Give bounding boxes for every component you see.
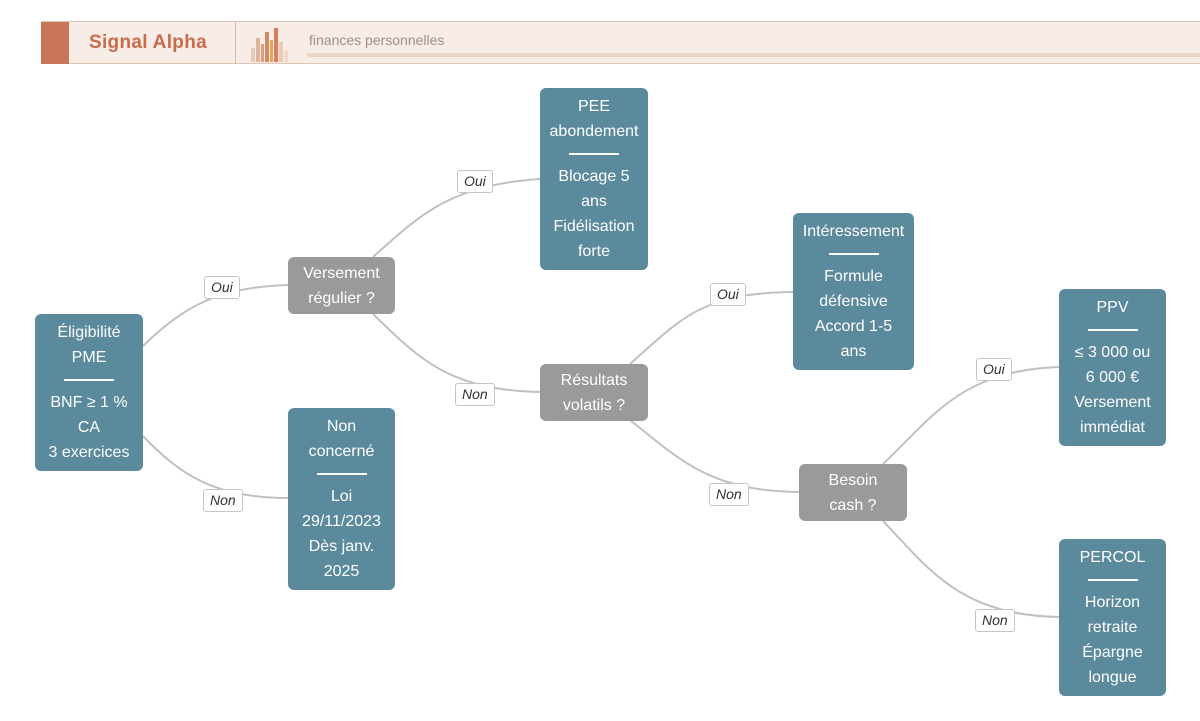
node-divider [828, 253, 879, 255]
node-title-line: concerné [308, 443, 375, 460]
node-divider [316, 473, 367, 475]
node-title-line: abondement [549, 123, 639, 140]
edge-label-oui: Oui [457, 170, 493, 193]
node-body-line: Dès janv. [308, 538, 375, 555]
node-body-line: longue [1088, 669, 1137, 686]
node-body-line: 2025 [323, 563, 360, 580]
node-question-line: régulier ? [308, 289, 375, 307]
node-divider [1087, 579, 1138, 581]
edge-label-oui: Oui [710, 283, 746, 306]
node-body-line: retraite [1087, 619, 1138, 636]
edge-label-non: Non [975, 609, 1015, 632]
node-body-line: Versement [1074, 394, 1151, 411]
node-title-line: PERCOL [1079, 549, 1146, 566]
node-body-line: 29/11/2023 [302, 513, 381, 530]
node-eligibilite[interactable]: Éligibilité PME BNF ≥ 1 % CA 3 exercices [35, 314, 143, 471]
node-percol[interactable]: PERCOL Horizon retraite Épargne longue [1059, 539, 1166, 696]
node-title-line: PEE [577, 98, 610, 115]
edge-versement-resultats [372, 313, 541, 393]
edge-label-non: Non [203, 489, 243, 512]
node-title-line: PPV [1096, 299, 1129, 316]
node-question-line: Résultats [560, 371, 628, 389]
node-divider [64, 379, 114, 381]
node-body-line: Horizon [1084, 594, 1141, 611]
node-body-line: Formule [824, 268, 883, 285]
node-question-line: Besoin [828, 471, 878, 489]
node-body-line: Fidélisation [553, 218, 635, 235]
node-body-line: Loi [330, 488, 353, 505]
node-title-line: Non [326, 418, 357, 435]
edge-label-oui: Oui [976, 358, 1012, 381]
node-non-concerne[interactable]: Non concerné Loi 29/11/2023 Dès janv. 20… [288, 408, 395, 590]
node-divider [569, 153, 619, 155]
node-body-line: défensive [819, 293, 888, 310]
node-body-line: 3 exercices [48, 444, 130, 461]
node-body-line: 6 000 € [1085, 369, 1140, 386]
node-ppv[interactable]: PPV ≤ 3 000 ou 6 000 € Versement immédia… [1059, 289, 1166, 446]
node-question-line: Versement [303, 264, 380, 282]
node-divider [1087, 329, 1138, 331]
node-title-line: Intéressement [802, 223, 905, 240]
edge-besoin-percol [882, 520, 1060, 618]
node-body-line: ≤ 3 000 ou [1074, 344, 1151, 361]
node-versement-regulier[interactable]: Versement régulier ? [288, 257, 395, 314]
node-body-line: ans [840, 343, 867, 360]
node-interessement[interactable]: Intéressement Formule défensive Accord 1… [793, 213, 914, 370]
edge-resultats-besoin [629, 419, 800, 493]
node-body-line: Blocage 5 [558, 168, 630, 185]
node-besoin-cash[interactable]: Besoin cash ? [799, 464, 907, 521]
node-title-line: Éligibilité [57, 324, 121, 341]
node-body-line: immédiat [1080, 419, 1145, 436]
node-resultats-volatils[interactable]: Résultats volatils ? [540, 364, 648, 421]
node-title-line: PME [71, 349, 107, 366]
edge-label-oui: Oui [204, 276, 240, 299]
edge-label-non: Non [709, 483, 749, 506]
edge-besoin-ppv [882, 366, 1060, 465]
node-question-line: cash ? [829, 496, 877, 514]
node-body-line: CA [77, 419, 101, 436]
node-body-line: Accord 1-5 [814, 318, 893, 335]
node-body-line: forte [577, 243, 610, 260]
edge-label-non: Non [455, 383, 495, 406]
node-body-line: Épargne [1082, 644, 1143, 661]
node-question-line: volatils ? [562, 396, 626, 414]
node-body-line: ans [581, 193, 607, 210]
node-pee[interactable]: PEE abondement Blocage 5 ans Fidélisatio… [540, 88, 648, 270]
node-body-line: BNF ≥ 1 % [50, 394, 128, 411]
